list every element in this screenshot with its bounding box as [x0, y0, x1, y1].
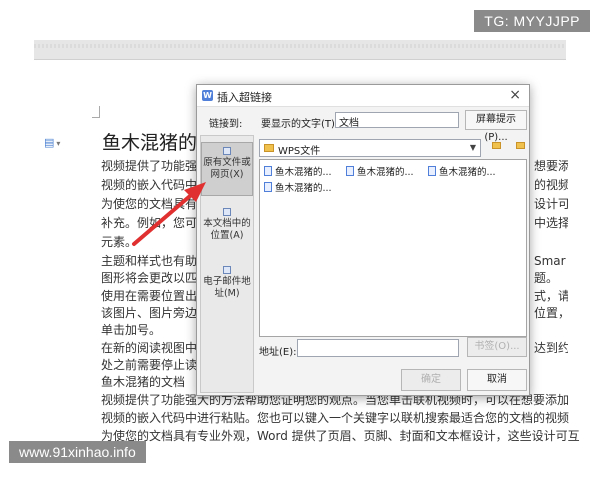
annotation-arrow	[132, 182, 206, 246]
screenshot-root: ▤ ▾ 鱼木混猪的 视频提供了功能强 视频的嵌入代码中 为使您的文档具有 补充。例…	[0, 0, 600, 480]
arrow-shaft	[132, 194, 192, 246]
watermark-top: TG: MYYJJPP	[474, 10, 590, 32]
watermark-bottom: www.91xinhao.info	[9, 441, 146, 463]
